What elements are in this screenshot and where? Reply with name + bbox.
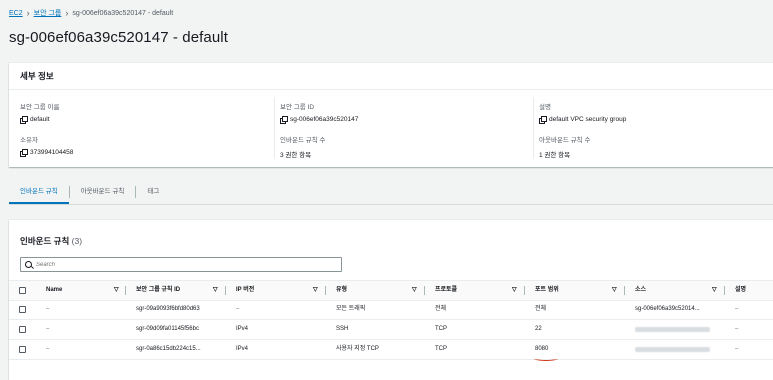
redacted-source [635,347,710,352]
description-label: 설명 [539,104,551,111]
inbound-rules-heading: 인바운드 규칙 [20,236,70,246]
table-row[interactable]: – sgr-09d09fa01145f56bc IPv4 SSH TCP 22 … [9,320,773,340]
cell-description: – [735,306,739,312]
inbound-rules-panel: 인바운드 규칙 (3) Name ▽ 보안 그룹 규칙 ID ▽ IP 버전 ▽… [9,220,773,380]
copy-icon[interactable] [539,115,547,124]
breadcrumb: EC2 › 보안 그룹 › sg-006ef06a39c520147 - def… [9,8,173,18]
column-header-source[interactable]: 소스 [635,281,646,300]
breadcrumb-ec2-link[interactable]: EC2 [9,10,23,17]
breadcrumb-security-groups-link[interactable]: 보안 그룹 [34,8,62,18]
cell-type: 사용자 지정 TCP [336,346,379,352]
cell-description: – [735,346,739,352]
tab-bar-underline [9,204,773,205]
search-icon [25,261,32,268]
inbound-rules-count: (3) [71,236,83,246]
chevron-right-icon: › [26,7,30,18]
cell-rule-id: sgr-0a86c15db224c15... [136,346,201,352]
column-divider [274,97,275,159]
sort-down-icon[interactable]: ▽ [712,281,717,300]
column-separator[interactable] [424,286,425,295]
column-header-protocol[interactable]: 프로토콜 [435,281,457,300]
owner-label: 소유자 [20,137,38,144]
outbound-count-value: 1 권한 항목 [539,152,571,159]
row-checkbox[interactable] [19,326,26,333]
cell-type: 모든 트래픽 [336,306,366,312]
group-id-value: sg-006ef06a39c520147 [290,116,359,123]
inbound-count-value: 3 권한 항목 [280,152,312,159]
sort-down-icon[interactable]: ▽ [612,281,617,300]
column-separator[interactable] [524,286,525,295]
chevron-right-icon: › [65,7,69,18]
owner-value: 373994104458 [30,149,74,156]
sort-down-icon[interactable]: ▽ [213,281,218,300]
copy-icon[interactable] [280,115,288,124]
details-panel: 세부 정보 보안 그룹 이름 default 소유자 373994104458 … [9,63,773,167]
sort-down-icon[interactable]: ▽ [313,281,318,300]
column-header-rule-id[interactable]: 보안 그룹 규칙 ID [136,281,180,300]
tab-outbound-rules[interactable]: 아웃바운드 규칙 [70,180,136,204]
inbound-count-label: 인바운드 규칙 수 [280,137,326,144]
group-id-label: 보안 그룹 ID [280,104,315,111]
inbound-rules-title: 인바운드 규칙 (3) [20,235,82,247]
column-divider [533,97,534,159]
copy-icon[interactable] [20,115,28,124]
cell-protocol: 전체 [435,306,447,312]
redacted-source [635,327,710,332]
tab-tags[interactable]: 태그 [136,180,170,204]
description-item: 설명 default VPC security group [539,101,627,124]
outbound-count-label: 아웃바운드 규칙 수 [539,137,591,144]
column-header-ip-version[interactable]: IP 버전 [236,281,254,300]
description-value: default VPC security group [549,116,627,123]
cell-description: – [735,326,739,332]
group-name-label: 보안 그룹 이름 [20,104,60,111]
column-header-type[interactable]: 유형 [336,281,347,300]
column-separator[interactable] [325,286,326,295]
column-header-description[interactable]: 설명 [735,281,746,300]
column-header-port-range[interactable]: 포트 범위 [535,281,559,300]
cell-ip-version: IPv4 [236,326,249,332]
details-header: 세부 정보 [9,63,773,90]
table-row[interactable]: – sgr-09a9093f6bfd80d63 – 모든 트래픽 전체 전체 s… [9,300,773,320]
copy-icon[interactable] [20,148,28,157]
search-box [20,257,342,272]
cell-name: – [46,306,50,312]
cell-name: – [46,326,50,332]
tab-bar: 인바운드 규칙 아웃바운드 규칙 태그 [9,180,170,204]
tab-inbound-rules[interactable]: 인바운드 규칙 [9,180,69,204]
port-annotation-underline [534,356,558,361]
cell-protocol: TCP [435,326,447,332]
sort-down-icon[interactable]: ▽ [412,281,417,300]
row-checkbox[interactable] [19,306,26,313]
cell-protocol: TCP [435,346,447,352]
sort-down-icon[interactable]: ▽ [512,281,517,300]
column-header-name[interactable]: Name [46,281,62,300]
cell-ip-version: IPv4 [236,346,249,352]
group-name-item: 보안 그룹 이름 default [20,101,60,124]
inbound-count-item: 인바운드 규칙 수 3 권한 항목 [280,134,325,159]
row-checkbox[interactable] [19,346,26,353]
cell-port-range: 전체 [535,306,547,312]
select-all-checkbox[interactable] [19,287,26,294]
cell-rule-id: sgr-09a9093f6bfd80d63 [136,306,200,312]
column-separator[interactable] [225,286,226,295]
cell-type: SSH [336,326,349,332]
cell-ip-version: – [236,306,240,312]
search-input[interactable] [36,261,326,268]
outbound-count-item: 아웃바운드 규칙 수 1 권한 항목 [539,134,590,159]
group-name-value: default [30,116,50,123]
breadcrumb-current: sg-006ef06a39c520147 - default [72,9,174,17]
cell-source: sg-006ef06a39c52014... [635,306,700,312]
column-separator[interactable] [724,286,725,295]
cell-rule-id: sgr-09d09fa01145f56bc [136,326,199,332]
cell-name: – [46,346,50,352]
sort-down-icon[interactable]: ▽ [114,281,119,300]
page-title: sg-006ef06a39c520147 - default [9,29,229,46]
column-separator[interactable] [624,286,625,295]
table-header: Name ▽ 보안 그룹 규칙 ID ▽ IP 버전 ▽ 유형 ▽ 프로토콜 ▽… [9,280,773,301]
cell-port-range: 22 [535,326,542,332]
group-id-item: 보안 그룹 ID sg-006ef06a39c520147 [280,101,359,124]
column-separator[interactable] [125,286,126,295]
table-row[interactable]: – sgr-0a86c15db224c15... IPv4 사용자 지정 TCP… [9,340,773,361]
owner-item: 소유자 373994104458 [20,134,74,157]
